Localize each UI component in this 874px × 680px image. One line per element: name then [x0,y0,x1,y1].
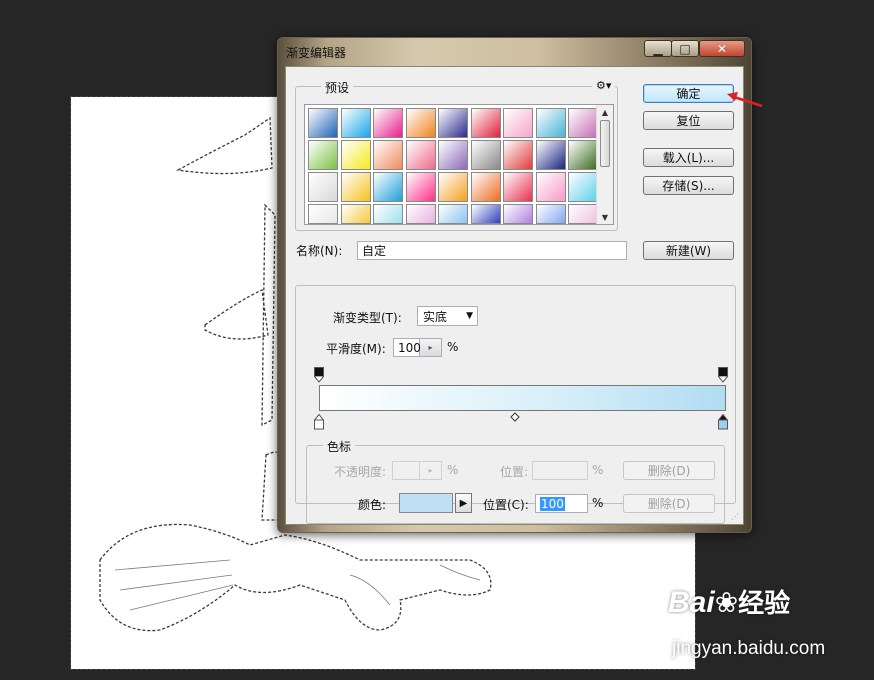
color-swatch[interactable] [399,493,453,513]
preset-swatch[interactable] [308,108,338,138]
presets-gear-icon[interactable]: ⚙▾ [592,79,616,92]
opacity-position-percent: % [592,463,604,477]
watermark-brand-2: 经验 [738,588,791,618]
gradient-type-select[interactable]: 实底 ▼ [417,306,478,326]
preset-swatch[interactable] [438,140,468,170]
preset-swatch[interactable] [340,140,371,170]
preset-swatch[interactable] [535,204,566,224]
color-stop-right[interactable] [718,414,728,430]
preset-swatch[interactable] [373,172,403,202]
midpoint-diamond-icon[interactable] [510,412,520,422]
stops-legend: 色标 [323,438,356,455]
preset-swatch[interactable] [470,172,501,202]
color-position-label: 位置(C): [483,498,529,512]
gradient-preview-bar[interactable] [319,385,726,411]
preset-swatch[interactable] [503,204,533,224]
annotation-arrow-icon [727,92,763,108]
preset-swatch[interactable] [340,204,371,224]
title-bar[interactable]: 渐变编辑器 ▁ □ ✕ [278,38,751,66]
reset-button[interactable]: 复位 [643,111,734,130]
baidu-watermark: Bai❀经验 [668,583,790,620]
opacity-stop-left[interactable] [314,367,324,383]
preset-swatch[interactable] [405,172,436,202]
scroll-thumb[interactable] [600,120,610,167]
preset-swatch[interactable] [568,204,598,224]
opacity-stop-right[interactable] [718,367,728,383]
maximize-button[interactable]: □ [671,40,699,57]
preset-swatch[interactable] [373,140,403,170]
smoothness-label: 平滑度(M): [326,342,386,356]
preset-swatch[interactable] [503,108,533,138]
chevron-down-icon: ▼ [466,311,473,321]
minimize-icon: ▁ [653,41,663,56]
save-button[interactable]: 存储(S)... [643,176,734,195]
preset-swatch[interactable] [438,108,468,138]
gradient-type-value: 实底 [423,309,448,324]
opacity-percent: % [447,463,459,477]
preset-swatch[interactable] [405,108,436,138]
preset-swatch[interactable] [308,172,338,202]
watermark-url: jingyan.baidu.com [672,638,826,659]
watermark-brand: Bai [668,586,715,619]
dialog-title: 渐变编辑器 [286,46,347,60]
preset-swatch[interactable] [470,108,501,138]
close-button[interactable]: ✕ [699,40,745,57]
preset-swatch[interactable] [535,172,566,202]
preset-swatch[interactable] [340,172,371,202]
presets-legend: 预设 [321,79,354,96]
preset-swatch[interactable] [405,140,436,170]
preset-swatch[interactable] [568,108,598,138]
preset-swatch[interactable] [503,140,533,170]
color-position-value: 100 [540,496,565,511]
scroll-down-icon[interactable]: ▼ [597,210,613,224]
minimize-button[interactable]: ▁ [644,40,672,57]
scroll-up-icon[interactable]: ▲ [597,105,613,119]
color-menu-arrow-icon[interactable]: ▶ [455,493,472,513]
load-button[interactable]: 载入(L)... [643,148,734,167]
delete-opacity-stop-button: 删除(D) [623,461,715,480]
delete-color-stop-button: 删除(D) [623,494,715,513]
preset-swatch[interactable] [373,204,403,224]
color-label: 颜色: [358,498,387,512]
preset-swatch[interactable] [405,204,436,224]
close-icon: ✕ [716,41,728,56]
preset-swatch[interactable] [373,108,403,138]
preset-swatch[interactable] [568,140,598,170]
new-button[interactable]: 新建(W) [643,241,734,260]
gradient-type-label: 渐变类型(T): [333,311,402,325]
opacity-label: 不透明度: [334,465,387,479]
color-stop-left[interactable] [314,414,324,430]
ok-button[interactable]: 确定 [643,84,734,103]
smoothness-input[interactable]: 100 [393,338,421,357]
preset-swatch[interactable] [438,204,468,224]
preset-swatch[interactable] [535,108,566,138]
preset-swatch[interactable] [470,140,501,170]
color-position-input[interactable]: 100 [535,494,588,513]
name-input[interactable]: 自定 [357,241,627,260]
opacity-position-label: 位置: [500,465,529,479]
preset-swatch[interactable] [535,140,566,170]
preset-swatch[interactable] [568,172,598,202]
preset-swatch[interactable] [470,204,501,224]
preset-swatch[interactable] [308,140,338,170]
resize-grip-icon[interactable]: ⋰ [731,512,741,522]
opacity-position-input [532,461,588,480]
opacity-input [392,461,420,480]
preset-swatch[interactable] [308,204,338,224]
smoothness-spinner[interactable]: ▸ [420,338,442,357]
presets-grid[interactable]: ▲ ▼ [304,104,614,225]
dialog-body: 预设 ⚙▾ ▲ ▼ 确定 复位 载入(L)... 存储(S)... 名称(N):… [285,66,744,525]
maximize-icon: □ [679,41,691,56]
name-label: 名称(N): [296,244,343,258]
color-position-percent: % [592,496,604,510]
opacity-spinner: ▸ [420,461,442,480]
preset-swatch[interactable] [503,172,533,202]
smoothness-percent: % [447,340,459,354]
gradient-editor-dialog: 渐变编辑器 ▁ □ ✕ 预设 ⚙▾ ▲ ▼ 确定 复位 载入(L)... 存储(… [277,37,752,533]
preset-swatch[interactable] [340,108,371,138]
preset-swatch[interactable] [438,172,468,202]
presets-scrollbar[interactable]: ▲ ▼ [596,105,613,224]
paw-icon: ❀ [714,587,739,618]
